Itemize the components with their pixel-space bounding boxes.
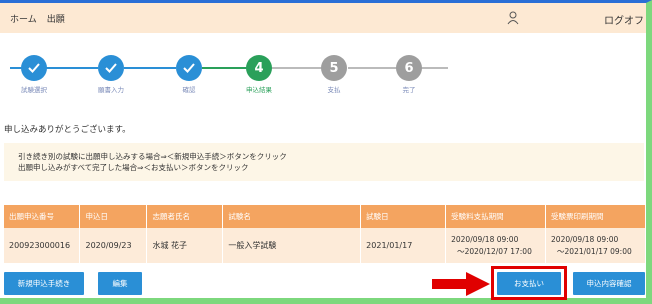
instruction-line: 引き続き別の試験に出願申し込みする場合⇒＜新規申込手続＞ボタンをクリック [18,152,287,161]
step-2-circle [98,55,124,81]
step-3-circle [176,55,202,81]
step-4-circle: 4 [246,55,272,81]
application-table: 出願申込番号 申込日 志願者氏名 試験名 試験日 受験料支払期間 受験票印刷期間… [4,205,646,263]
step-line [348,67,400,69]
new-application-button[interactable]: 新規申込手続き [4,272,84,295]
step-line [124,67,176,69]
step-label: 完了 [402,86,416,94]
progress-steps: 4 5 6 試験選択 願書入力 確認 申込結果 支払 完了 [0,50,646,100]
table-row: 200923000016 2020/09/23 水城 花子 一般入学試験 202… [4,228,646,263]
step-label-current: 申込結果 [246,86,272,94]
breadcrumb-page: 出願 [46,14,65,25]
confirm-application-button[interactable]: 申込内容確認 [573,272,645,295]
step-label: 確認 [182,86,196,94]
col-header: 受験票印刷期間 [545,205,646,228]
user-icon[interactable] [507,11,519,25]
step-label: 試験選択 [21,86,47,94]
cell-number: 200923000016 [4,228,81,263]
logout-link[interactable]: ログオフ [604,12,644,27]
col-header: 試験日 [360,205,447,228]
instruction-line: 出願申し込みがすべて完了した場合⇒＜お支払い＞ボタンをクリック [18,163,249,172]
col-header: 試験名 [222,205,362,228]
highlight-box [491,266,567,300]
print-from: 2020/09/18 09:00 [551,234,619,244]
cell-name: 水城 花子 [146,228,224,263]
cell-print-period: 2020/09/18 09:00 ～2021/01/17 09:00 [545,228,646,263]
cell-date: 2020/09/23 [79,228,148,263]
cell-exam: 一般入学試験 [222,228,362,263]
cell-pay-period: 2020/09/18 09:00 ～2020/12/07 17:00 [445,228,547,263]
col-header: 申込日 [79,205,148,228]
step-1-circle [21,55,47,81]
step-line [420,67,448,69]
red-arrow-icon [432,272,490,296]
pay-to: ～2020/12/07 17:00 [457,246,532,256]
step-line [202,67,250,69]
step-5-circle: 5 [321,55,347,81]
thanks-message: 申し込みありがとうございます。 [4,125,131,135]
col-header: 志願者氏名 [146,205,224,228]
step-6-circle: 6 [396,55,422,81]
instruction-box: 引き続き別の試験に出願申し込みする場合⇒＜新規申込手続＞ボタンをクリック 出願申… [4,143,644,181]
col-header: 出願申込番号 [4,205,81,228]
print-to: ～2021/01/17 09:00 [557,246,632,256]
cell-exam-date: 2021/01/17 [360,228,447,263]
check-icon [105,63,117,73]
col-header: 受験料支払期間 [445,205,547,228]
step-line [46,67,98,69]
check-icon [183,63,195,73]
check-icon [28,63,40,73]
step-label: 願書入力 [98,86,124,94]
step-line [270,67,324,69]
step-label: 支払 [327,86,341,94]
pay-from: 2020/09/18 09:00 [451,234,519,244]
edit-button[interactable]: 編集 [98,272,142,295]
home-link[interactable]: ホーム [10,12,37,25]
top-bar: ホーム 出願 ログオフ [0,3,646,33]
